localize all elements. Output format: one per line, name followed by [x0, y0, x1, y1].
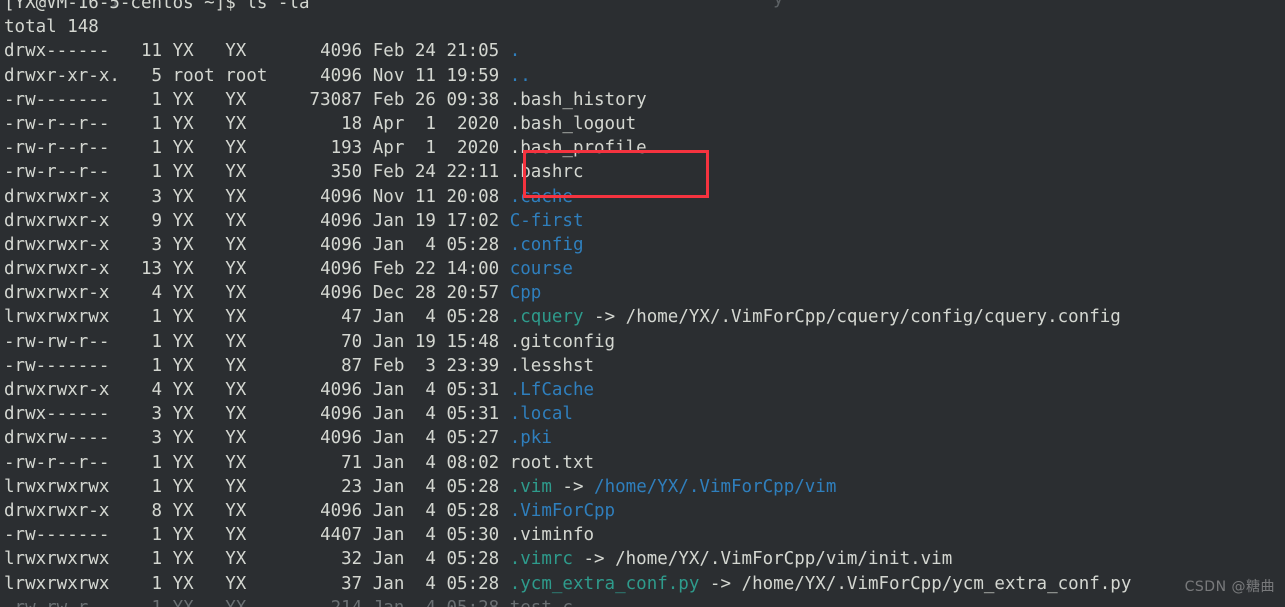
entry-metadata: -rw-r--r-- 1 YX YX 71 Jan 4 08:02 — [4, 452, 510, 473]
entry-name: root.txt — [509, 452, 595, 473]
terminal-window[interactable]: ] y [YX@VM-16-5-centos ~]$ ls -latotal 1… — [0, 0, 1285, 607]
listing-row: drwxrwxr-x 4 YX YX 4096 Dec 28 20:57 Cpp — [4, 281, 1131, 305]
listing-row: -rw------- 1 YX YX 4407 Jan 4 05:30 .vim… — [4, 523, 1131, 547]
total-line: total 148 — [4, 15, 1131, 39]
entry-name: .gitconfig — [509, 331, 616, 352]
entry-metadata: drwxrwxr-x 4 YX YX 4096 Dec 28 20:57 — [4, 283, 510, 304]
entry-metadata: -rw-rw-r-- 1 YX YX 214 Jan 4 05:28 — [4, 598, 510, 607]
entry-name: course — [509, 259, 573, 280]
listing-row: lrwxrwxrwx 1 YX YX 32 Jan 4 05:28 .vimrc… — [4, 547, 1131, 571]
symlink-arrow: -> — [583, 307, 626, 328]
total-blocks-text: total 148 — [4, 17, 99, 38]
entry-name: .bash_logout — [509, 113, 637, 134]
shell-prompt: [YX@VM-16-5-centos ~]$ — [4, 0, 247, 13]
entry-metadata: -rw-rw-r-- 1 YX YX 70 Jan 19 15:48 — [4, 331, 510, 352]
entry-name: .viminfo — [509, 525, 595, 546]
listing-row: drwxr-xr-x. 5 root root 4096 Nov 11 19:5… — [4, 64, 1131, 88]
entry-metadata: drwxrwxr-x 3 YX YX 4096 Jan 4 05:28 — [4, 234, 510, 255]
entry-name: Cpp — [509, 283, 542, 304]
listing-row: -rw-r--r-- 1 YX YX 350 Feb 24 22:11 .bas… — [4, 160, 1131, 184]
entry-name: .cache — [509, 186, 573, 207]
entry-name: .cquery — [509, 307, 584, 328]
listing-row: lrwxrwxrwx 1 YX YX 47 Jan 4 05:28 .cquer… — [4, 305, 1131, 329]
entry-name: C-first — [509, 210, 584, 231]
entry-name: .config — [509, 234, 584, 255]
listing-row: -rw-r--r-- 1 YX YX 193 Apr 1 2020 .bash_… — [4, 136, 1131, 160]
listing-row: -rw-r--r-- 1 YX YX 18 Apr 1 2020 .bash_l… — [4, 112, 1131, 136]
listing-row: drwxrwxr-x 9 YX YX 4096 Jan 19 17:02 C-f… — [4, 209, 1131, 233]
entry-metadata: drwxrwxr-x 3 YX YX 4096 Nov 11 20:08 — [4, 186, 510, 207]
entry-metadata: drwx------ 11 YX YX 4096 Feb 24 21:05 — [4, 41, 510, 62]
entry-name: .LfCache — [509, 380, 595, 400]
entry-metadata: lrwxrwxrwx 1 YX YX 23 Jan 4 05:28 — [4, 476, 510, 497]
listing-row: -rw------- 1 YX YX 73087 Feb 26 09:38 .b… — [4, 88, 1131, 112]
symlink-target: /home/YX/.VimForCpp/vim — [594, 476, 837, 497]
listing-row: drwx------ 3 YX YX 4096 Jan 4 05:31 .loc… — [4, 402, 1131, 426]
listing-row: drwxrw---- 3 YX YX 4096 Jan 4 05:27 .pki — [4, 426, 1131, 450]
listing-row: drwxrwxr-x 3 YX YX 4096 Jan 4 05:28 .con… — [4, 233, 1131, 257]
listing-row: lrwxrwxrwx 1 YX YX 23 Jan 4 05:28 .vim -… — [4, 475, 1131, 499]
entry-metadata: -rw-r--r-- 1 YX YX 193 Apr 1 2020 — [4, 138, 510, 159]
listing-row: drwxrwxr-x 4 YX YX 4096 Jan 4 05:31 .LfC… — [4, 378, 1131, 402]
entry-metadata: -rw-r--r-- 1 YX YX 18 Apr 1 2020 — [4, 113, 510, 134]
listing-row: -rw-r--r-- 1 YX YX 71 Jan 4 08:02 root.t… — [4, 451, 1131, 475]
symlink-arrow: -> — [699, 573, 742, 594]
entry-metadata: drwxrwxr-x 9 YX YX 4096 Jan 19 17:02 — [4, 210, 510, 231]
entry-name: .bash_profile — [509, 138, 647, 159]
listing-row-clipped: -rw-rw-r-- 1 YX YX 214 Jan 4 05:28 test.… — [4, 596, 1131, 607]
entry-metadata: -rw------- 1 YX YX 87 Feb 3 23:39 — [4, 355, 510, 376]
listing-row: -rw------- 1 YX YX 87 Feb 3 23:39 .lessh… — [4, 354, 1131, 378]
entry-metadata: drwx------ 3 YX YX 4096 Jan 4 05:31 — [4, 404, 510, 425]
entry-metadata: drwxr-xr-x. 5 root root 4096 Nov 11 19:5… — [4, 65, 510, 86]
entry-metadata: -rw------- 1 YX YX 73087 Feb 26 09:38 — [4, 89, 510, 110]
entry-name: .. — [509, 65, 531, 86]
symlink-arrow: -> — [572, 549, 616, 570]
entry-name: .VimForCpp — [509, 500, 616, 521]
entry-metadata: drwxrwxr-x 13 YX YX 4096 Feb 22 14:00 — [4, 259, 510, 280]
entry-name: test.c — [510, 598, 573, 607]
entry-metadata: -rw------- 1 YX YX 4407 Jan 4 05:30 — [4, 525, 510, 546]
entry-name: .lesshst — [509, 355, 595, 376]
entry-metadata: lrwxrwxrwx 1 YX YX 47 Jan 4 05:28 — [4, 307, 510, 328]
entry-name: .bash_history — [509, 89, 647, 110]
entry-metadata: drwxrw---- 3 YX YX 4096 Jan 4 05:27 — [4, 428, 510, 449]
symlink-target: /home/YX/.VimForCpp/ycm_extra_conf.py — [741, 573, 1132, 594]
entry-name: .vimrc — [509, 549, 573, 570]
csdn-watermark: CSDN @糖曲 — [1184, 578, 1275, 595]
symlink-arrow: -> — [551, 476, 595, 497]
entry-name: . — [509, 41, 521, 62]
listing-row: drwxrwxr-x 8 YX YX 4096 Jan 4 05:28 .Vim… — [4, 499, 1131, 523]
entry-name: .local — [509, 404, 573, 425]
entry-metadata: drwxrwxr-x 8 YX YX 4096 Jan 4 05:28 — [4, 500, 510, 521]
entry-metadata: lrwxrwxrwx 1 YX YX 32 Jan 4 05:28 — [4, 549, 510, 570]
entry-metadata: -rw-r--r-- 1 YX YX 350 Feb 24 22:11 — [4, 162, 510, 183]
listing-row: drwxrwxr-x 3 YX YX 4096 Nov 11 20:08 .ca… — [4, 185, 1131, 209]
entry-metadata: lrwxrwxrwx 1 YX YX 37 Jan 4 05:28 — [4, 573, 510, 594]
terminal-output-area[interactable]: [YX@VM-16-5-centos ~]$ ls -la total 148 dr… — [4, 0, 1131, 607]
shell-command: ls -la — [246, 0, 310, 13]
entry-name: .ycm_extra_conf.py — [509, 573, 700, 594]
entry-name: .pki — [509, 428, 552, 449]
listing-row: lrwxrwxrwx 1 YX YX 37 Jan 4 05:28 .ycm_e… — [4, 572, 1131, 596]
listing-row: drwx------ 11 YX YX 4096 Feb 24 21:05 . — [4, 39, 1131, 63]
prompt-line: [YX@VM-16-5-centos ~]$ ls -la — [4, 0, 1131, 15]
listing-row: -rw-rw-r-- 1 YX YX 70 Jan 19 15:48 .gitc… — [4, 330, 1131, 354]
listing-row: drwxrwxr-x 13 YX YX 4096 Feb 22 14:00 co… — [4, 257, 1131, 281]
entry-name: .vim — [509, 476, 552, 497]
entry-name: .bashrc — [509, 162, 584, 183]
symlink-target: /home/YX/.VimForCpp/vim/init.vim — [615, 549, 953, 570]
symlink-target: /home/YX/.VimForCpp/cquery/config/cquery… — [625, 307, 1121, 328]
entry-metadata: drwxrwxr-x 4 YX YX 4096 Jan 4 05:31 — [4, 380, 510, 400]
